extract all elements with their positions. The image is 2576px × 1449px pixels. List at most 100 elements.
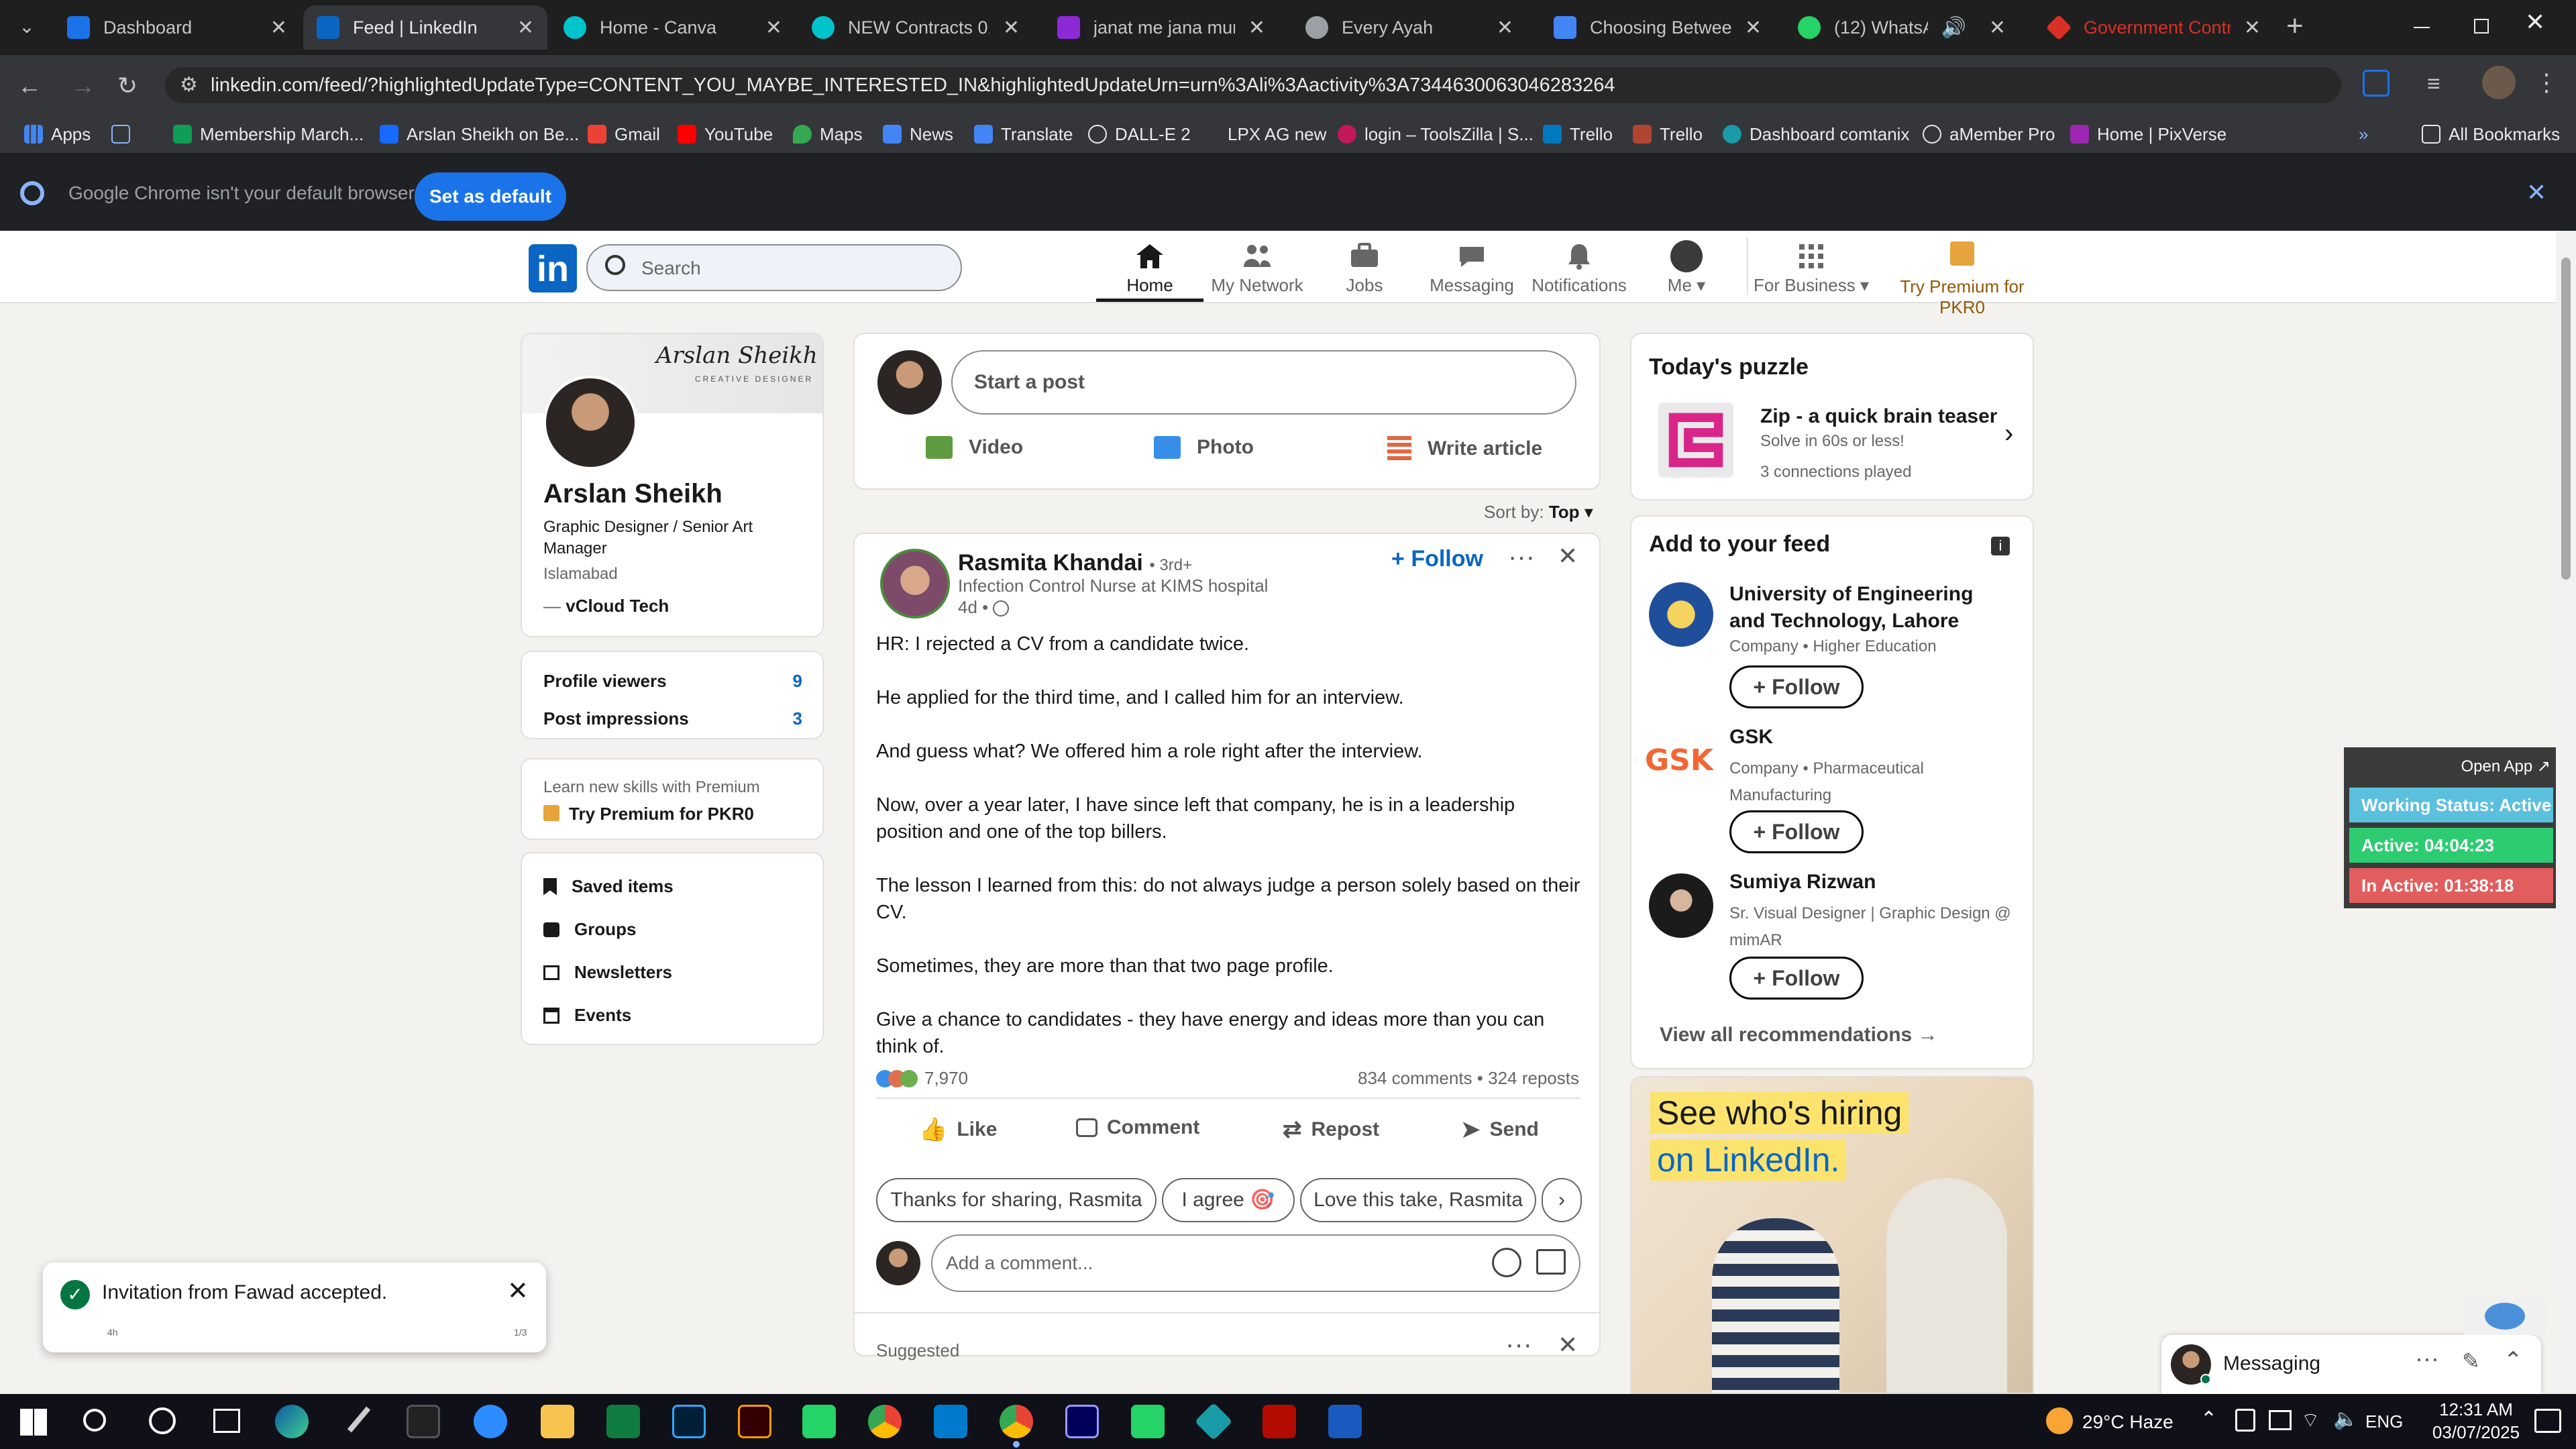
linkedin-logo[interactable]: in (529, 244, 577, 292)
quick-reply-pill[interactable]: Love this take, Rasmita (1300, 1178, 1536, 1222)
bookmark-pixverse[interactable]: Home | PixVerse (2070, 121, 2226, 148)
view-all-recommendations-link[interactable]: View all recommendations → (1660, 1024, 1938, 1046)
try-premium-link[interactable]: Try Premium for PKR0 (569, 804, 754, 824)
close-tab-icon[interactable]: ✕ (2244, 16, 2261, 40)
premiere-icon[interactable] (1065, 1405, 1099, 1438)
gsk-logo[interactable]: GSK (1645, 743, 1713, 777)
clock-time[interactable]: 12:31 AM (2426, 1399, 2526, 1420)
quick-reply-next-icon[interactable]: › (1542, 1178, 1582, 1222)
groups-link[interactable]: Groups (543, 919, 636, 940)
weather-icon[interactable] (2046, 1407, 2073, 1434)
photo-button[interactable]: Photo (1154, 436, 1254, 459)
tray-network-icon[interactable] (2269, 1410, 2292, 1430)
bookmark-trello-2[interactable]: Trello (1633, 121, 1703, 148)
tray-expand-icon[interactable]: ⌃ (2200, 1407, 2217, 1431)
chrome-icon[interactable] (868, 1405, 902, 1438)
feed-suggestion-name[interactable]: University of Engineering and Technology… (1729, 581, 2011, 635)
follow-button[interactable]: + Follow (1729, 957, 1864, 1000)
open-app-link[interactable]: Open App ↗ (2461, 757, 2551, 776)
close-toast-icon[interactable]: ✕ (507, 1276, 529, 1306)
windows-start-icon[interactable] (20, 1409, 47, 1436)
close-tab-icon[interactable]: ✕ (1989, 16, 2006, 40)
bookmark-trello-1[interactable]: Trello (1543, 121, 1613, 148)
info-icon[interactable]: i (1991, 537, 2010, 555)
tab-linkedin[interactable]: Feed | LinkedIn ✕ (303, 5, 547, 50)
task-view-icon[interactable] (213, 1409, 240, 1433)
write-article-button[interactable]: Write article (1387, 436, 1542, 462)
terminal-icon[interactable] (407, 1405, 440, 1438)
post-author-name[interactable]: Rasmita Khandai • 3rd+ (958, 550, 1192, 576)
sumiya-avatar[interactable] (1649, 873, 1713, 938)
follow-button[interactable]: + Follow (1729, 665, 1864, 708)
follow-button[interactable]: + Follow (1729, 810, 1864, 853)
chrome-menu-icon[interactable]: ⋮ (2534, 68, 2559, 97)
profile-name[interactable]: Arslan Sheikh (543, 479, 722, 509)
set-as-default-button[interactable]: Set as default (415, 172, 566, 221)
weather-text[interactable]: 29°C Haze (2082, 1411, 2174, 1433)
bookmark-comtanix[interactable]: Dashboard comtanix (1723, 121, 1909, 148)
illustrator-icon[interactable] (738, 1405, 771, 1438)
tray-app-icon[interactable] (2235, 1409, 2255, 1432)
profile-viewers-label[interactable]: Profile viewers (543, 671, 667, 692)
tab-canva[interactable]: Home - Canva ✕ (550, 5, 796, 50)
comment-input[interactable]: Add a comment... (931, 1234, 1580, 1292)
bookmark-membership[interactable]: Membership March... (173, 121, 364, 148)
premium-card[interactable]: Learn new skills with Premium Try Premiu… (521, 758, 824, 840)
tab-every-ayah[interactable]: Every Ayah ✕ (1292, 5, 1527, 50)
start-post-button[interactable]: Start a post (951, 350, 1576, 415)
tab-government-contracts[interactable]: Government Contrac ✕ (2034, 5, 2274, 50)
messaging-more-icon[interactable]: ··· (2415, 1344, 2439, 1373)
close-tab-icon[interactable]: ✕ (517, 16, 534, 40)
bookmark-translate[interactable]: Translate (974, 121, 1073, 148)
volume-icon[interactable]: 🔈 (2333, 1407, 2358, 1431)
tab-search-chevron-icon[interactable]: ⌄ (11, 11, 43, 43)
clock-date[interactable]: 03/07/2025 (2426, 1422, 2526, 1443)
tab-choosing[interactable]: Choosing Between O ✕ (1540, 5, 1775, 50)
events-link[interactable]: Events (543, 1005, 631, 1026)
newsletters-link[interactable]: Newsletters (543, 962, 672, 983)
bookmark-lpx[interactable]: LPX AG new (1201, 121, 1326, 148)
profile-avatar[interactable] (2482, 66, 2516, 99)
tab-dashboard[interactable]: Dashboard ✕ (54, 5, 301, 50)
cortana-icon[interactable] (149, 1407, 176, 1434)
page-scrollbar[interactable] (2556, 231, 2576, 1394)
address-input[interactable]: ⚙ linkedin.com/feed/?highlightedUpdateTy… (165, 67, 2341, 103)
tab-contracts-pdf[interactable]: NEW Contracts 01.pdf ✕ (798, 5, 1033, 50)
edge-icon[interactable] (275, 1405, 309, 1438)
nav-for-business[interactable]: For Business ▾ (1751, 237, 1872, 298)
minimize-window-icon[interactable] (2404, 12, 2439, 42)
like-button[interactable]: 👍 Like (919, 1116, 997, 1143)
tab-janat[interactable]: janat me jana mumkin ✕ (1044, 5, 1279, 50)
forward-icon[interactable]: → (67, 70, 99, 102)
emoji-icon[interactable] (1492, 1248, 1521, 1277)
bookmark-dalle[interactable]: DALL-E 2 (1088, 121, 1191, 148)
nav-me[interactable]: Me ▾ (1633, 237, 1740, 298)
bookmark-gmail[interactable]: Gmail (588, 121, 660, 148)
tab-whatsapp[interactable]: (12) WhatsApp 🔊 ✕ (1784, 5, 2019, 50)
quick-reply-pill[interactable]: I agree 🎯 (1162, 1178, 1295, 1222)
acrobat-icon[interactable] (1263, 1405, 1296, 1438)
site-info-icon[interactable]: ⚙ (180, 67, 198, 103)
post-impressions-label[interactable]: Post impressions (543, 708, 689, 729)
photoshop-icon[interactable] (672, 1405, 706, 1438)
feed-suggestion-name[interactable]: GSK (1729, 726, 1773, 749)
media-control-icon[interactable]: ≡ (2427, 71, 2440, 97)
nav-my-network[interactable]: My Network (1203, 237, 1311, 298)
close-window-icon[interactable]: ✕ (2525, 8, 2545, 36)
chrome-active-icon[interactable] (1000, 1405, 1033, 1438)
repost-button[interactable]: ⇄ Repost (1283, 1116, 1379, 1143)
profile-avatar[interactable] (543, 376, 637, 470)
bookmark-youtube[interactable]: YouTube (678, 121, 773, 148)
reaction-count[interactable]: 7,970 (876, 1068, 968, 1089)
bookmark-maps[interactable]: Maps (793, 121, 863, 148)
all-bookmarks[interactable]: All Bookmarks (2422, 121, 2560, 148)
pen-tool-icon[interactable] (342, 1405, 376, 1438)
phone-link-icon[interactable] (1131, 1405, 1165, 1438)
bookmark-toolszilla[interactable]: login – ToolsZilla | S... (1338, 121, 1534, 148)
close-tab-icon[interactable]: ✕ (1745, 16, 1762, 40)
word-icon[interactable] (1328, 1405, 1362, 1438)
search-input[interactable]: Search (586, 244, 962, 291)
uet-logo[interactable] (1649, 582, 1713, 647)
dismiss-post-icon[interactable]: ✕ (1558, 542, 1578, 570)
close-tab-icon[interactable]: ✕ (1497, 16, 1513, 40)
